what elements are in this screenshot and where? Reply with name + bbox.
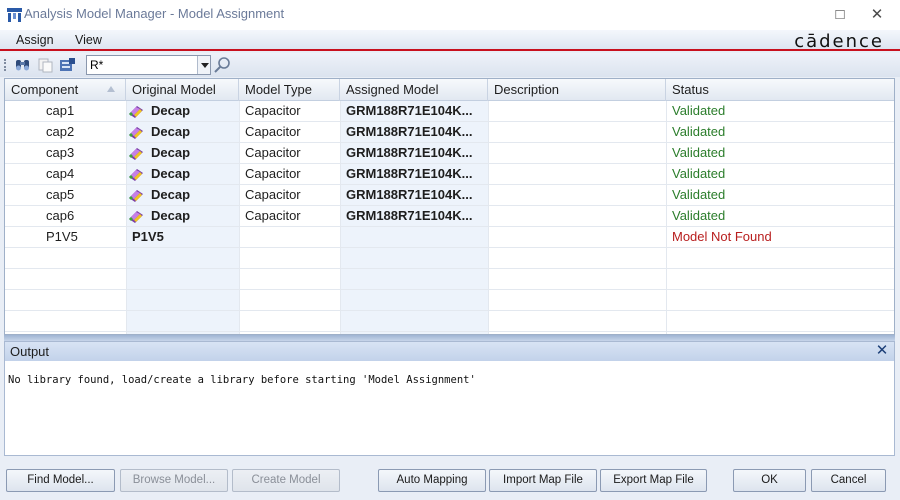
assigned-model-cell xyxy=(346,227,486,248)
close-window-button[interactable]: ✕ xyxy=(865,5,889,25)
table-row[interactable] xyxy=(5,269,894,290)
status-cell: Validated xyxy=(672,208,726,223)
description-cell xyxy=(494,122,662,143)
status-cell: Validated xyxy=(672,145,726,160)
decap-model-icon xyxy=(129,127,143,139)
table-row[interactable]: P1V5 P1V5 Model Not Found xyxy=(5,227,894,248)
table-row[interactable] xyxy=(5,311,894,332)
component-cell: P1V5 xyxy=(46,229,78,244)
original-model-cell: Decap xyxy=(151,166,191,181)
assigned-model-cell: GRM188R71E104K... xyxy=(346,103,473,118)
assigned-model-cell: GRM188R71E104K... xyxy=(346,124,473,139)
model-type-cell: Capacitor xyxy=(245,103,301,118)
description-cell xyxy=(494,143,662,164)
filter-combo[interactable] xyxy=(86,55,211,75)
decap-model-icon xyxy=(129,148,143,160)
copy-icon[interactable] xyxy=(37,57,54,73)
cancel-button[interactable]: Cancel xyxy=(811,469,886,492)
decap-model-icon xyxy=(129,169,143,181)
table-row[interactable]: cap1 Decap Capacitor GRM188R71E104K... Valid… xyxy=(5,101,894,122)
original-model-cell: Decap xyxy=(151,208,191,223)
component-cell: cap5 xyxy=(46,187,75,202)
original-model-cell: Decap xyxy=(151,187,191,202)
title-bar: Analysis Model Manager - Model Assignmen… xyxy=(0,0,900,30)
auto-mapping-button[interactable]: Auto Mapping xyxy=(378,469,486,492)
component-cell: cap3 xyxy=(46,145,75,160)
status-cell: Validated xyxy=(672,187,726,202)
binoculars-icon[interactable] xyxy=(14,57,31,73)
table-row[interactable]: cap4 Decap Capacitor GRM188R71E104K... Valid… xyxy=(5,164,894,185)
app-icon xyxy=(7,8,22,22)
model-type-cell: Capacitor xyxy=(245,187,301,202)
output-header: Output ✕ xyxy=(5,342,894,361)
status-cell: Validated xyxy=(672,103,726,118)
column-header-status[interactable]: Status xyxy=(666,79,894,101)
assigned-model-cell: GRM188R71E104K... xyxy=(346,208,473,223)
browse-model-button[interactable]: Browse Model... xyxy=(120,469,228,492)
assigned-model-cell: GRM188R71E104K... xyxy=(346,187,473,202)
magnifier-icon[interactable] xyxy=(212,55,232,75)
menu-assign[interactable]: Assign xyxy=(16,33,54,47)
column-header-model-type[interactable]: Model Type xyxy=(239,79,340,101)
component-cell: cap1 xyxy=(46,103,75,118)
component-cell: cap6 xyxy=(46,208,75,223)
filter-input[interactable] xyxy=(90,57,198,73)
model-type-cell: Capacitor xyxy=(245,124,301,139)
table-row[interactable]: cap6 Decap Capacitor GRM188R71E104K... Valid… xyxy=(5,206,894,227)
grid-header: Component Original Model Model Type Assi… xyxy=(5,79,894,101)
decap-model-icon xyxy=(129,106,143,118)
find-model-button[interactable]: Find Model... xyxy=(6,469,115,492)
table-row[interactable]: cap2 Decap Capacitor GRM188R71E104K... Valid… xyxy=(5,122,894,143)
model-type-cell: Capacitor xyxy=(245,166,301,181)
description-cell xyxy=(494,227,662,248)
column-header-original-model[interactable]: Original Model xyxy=(126,79,239,101)
output-close-icon[interactable]: ✕ xyxy=(875,343,889,359)
output-message: No library found, load/create a library … xyxy=(8,374,476,386)
table-row[interactable]: cap5 Decap Capacitor GRM188R71E104K... Valid… xyxy=(5,185,894,206)
column-header-assigned-model[interactable]: Assigned Model xyxy=(340,79,488,101)
model-assignment-grid: Component Original Model Model Type Assi… xyxy=(4,78,895,335)
cadence-logo: cādence xyxy=(794,31,884,52)
decap-model-icon xyxy=(129,190,143,202)
model-type-cell: Capacitor xyxy=(245,208,301,223)
original-model-cell: P1V5 xyxy=(132,229,164,244)
decap-model-icon xyxy=(129,211,143,223)
description-cell xyxy=(494,206,662,227)
table-row[interactable] xyxy=(5,248,894,269)
status-cell: Validated xyxy=(672,124,726,139)
component-cell: cap2 xyxy=(46,124,75,139)
original-model-cell: Decap xyxy=(151,145,191,160)
sort-arrow-icon xyxy=(107,86,115,92)
assigned-model-cell: GRM188R71E104K... xyxy=(346,166,473,181)
status-cell: Validated xyxy=(672,166,726,181)
window-title: Analysis Model Manager - Model Assignmen… xyxy=(24,6,285,21)
description-cell xyxy=(494,185,662,206)
column-header-description[interactable]: Description xyxy=(488,79,666,101)
menu-bar: Assign View cādence xyxy=(0,30,900,52)
original-model-cell: Decap xyxy=(151,103,191,118)
ok-button[interactable]: OK xyxy=(733,469,806,492)
component-cell: cap4 xyxy=(46,166,75,181)
description-cell xyxy=(494,101,662,122)
status-cell: Model Not Found xyxy=(672,229,772,244)
export-map-file-button[interactable]: Export Map File xyxy=(600,469,707,492)
assigned-model-cell: GRM188R71E104K... xyxy=(346,145,473,160)
menu-view[interactable]: View xyxy=(75,33,102,47)
model-type-cell xyxy=(245,227,337,248)
table-row[interactable]: cap3 Decap Capacitor GRM188R71E104K... Valid… xyxy=(5,143,894,164)
maximize-button[interactable]: □ xyxy=(828,5,852,25)
create-model-button[interactable]: Create Model xyxy=(232,469,340,492)
table-row[interactable] xyxy=(5,290,894,311)
library-icon[interactable] xyxy=(59,57,76,73)
original-model-cell: Decap xyxy=(151,124,191,139)
filter-dropdown-button[interactable] xyxy=(197,56,210,74)
import-map-file-button[interactable]: Import Map File xyxy=(489,469,597,492)
output-panel: Output ✕ No library found, load/create a… xyxy=(4,341,895,456)
model-type-cell: Capacitor xyxy=(245,145,301,160)
output-title: Output xyxy=(10,344,50,359)
toolbar-grip[interactable] xyxy=(4,59,6,71)
description-cell xyxy=(494,164,662,185)
